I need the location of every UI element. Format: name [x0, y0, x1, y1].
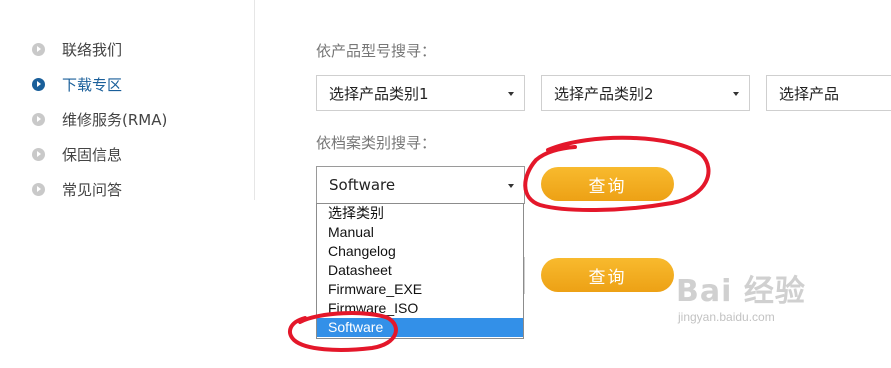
doc-category-select[interactable]: Software — [316, 166, 525, 204]
sidebar-item-contact[interactable]: 联络我们 — [32, 37, 122, 61]
caret-down-icon — [733, 92, 739, 96]
baidu-logo: Bai 经验 — [676, 274, 806, 309]
sidebar-item-label: 联络我们 — [62, 40, 123, 59]
sidebar-item-download[interactable]: 下载专区 — [32, 72, 122, 96]
sidebar: 联络我们 下载专区 维修服务(RMA) 保固信息 常见问答 — [0, 0, 255, 200]
product-search-label: 依产品型号搜寻： — [316, 42, 437, 60]
product-select[interactable]: 选择产品 — [766, 75, 891, 111]
baidu-watermark: Bai 经验 jingyan.baidu.com — [676, 266, 886, 346]
arrow-bullet-icon — [32, 182, 45, 196]
arrow-bullet-icon — [32, 147, 45, 161]
dropdown-option[interactable]: Changelog — [317, 242, 523, 261]
second-query-button[interactable]: 查询 — [541, 258, 674, 292]
dropdown-option[interactable]: Datasheet — [317, 261, 523, 280]
sidebar-item-faq[interactable]: 常见问答 — [32, 177, 122, 201]
arrow-bullet-icon — [32, 112, 45, 126]
select-value: 选择产品类别1 — [329, 84, 429, 103]
category2-select[interactable]: 选择产品类别2 — [541, 75, 750, 111]
dropdown-option[interactable]: Firmware_EXE — [317, 280, 523, 299]
sidebar-item-label: 保固信息 — [62, 145, 123, 164]
sidebar-item-rma[interactable]: 维修服务(RMA) — [32, 107, 167, 131]
category1-select[interactable]: 选择产品类别1 — [316, 75, 525, 111]
doc-search-label: 依档案类别搜寻： — [316, 134, 437, 152]
select-value: 选择产品 — [779, 84, 840, 103]
doc-category-dropdown[interactable]: 选择类别 Manual Changelog Datasheet Firmware… — [316, 203, 524, 339]
sidebar-item-label: 常见问答 — [62, 180, 123, 199]
watermark-url: jingyan.baidu.com — [678, 310, 775, 324]
caret-down-icon — [508, 92, 514, 96]
sidebar-item-label: 维修服务(RMA) — [62, 110, 168, 129]
select-value: Software — [329, 176, 396, 194]
arrow-bullet-icon — [32, 42, 45, 56]
dropdown-option[interactable]: Manual — [317, 223, 523, 242]
select-value: 选择产品类别2 — [554, 84, 654, 103]
dropdown-option[interactable]: 选择类别 — [317, 204, 523, 223]
caret-down-icon — [508, 184, 514, 188]
dropdown-option[interactable]: Firmware_ISO — [317, 299, 523, 318]
query-button[interactable]: 查询 — [541, 167, 674, 201]
dropdown-option-selected[interactable]: Software — [317, 318, 523, 337]
arrow-bullet-icon — [32, 77, 45, 91]
sidebar-item-warranty[interactable]: 保固信息 — [32, 142, 122, 166]
sidebar-item-label: 下载专区 — [62, 75, 123, 94]
